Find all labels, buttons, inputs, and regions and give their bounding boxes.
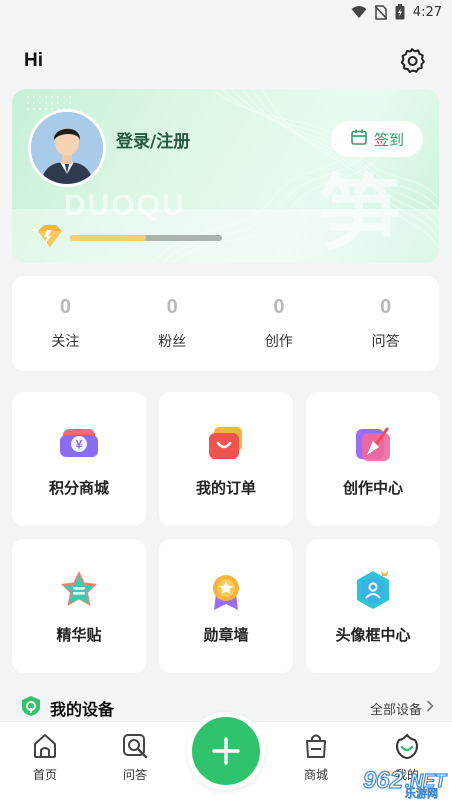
tile-label: 创作中心 (342, 478, 403, 497)
no-sim-icon (374, 4, 387, 20)
stat-label: 关注 (51, 334, 80, 350)
top-bar: Hi (0, 40, 452, 82)
avatar-frame-icon (357, 570, 389, 609)
tile-label: 头像框中心 (335, 625, 411, 644)
status-bar: 4:27 (0, 0, 452, 24)
nav-qa[interactable]: 问答 (100, 732, 170, 783)
mall-bag-icon (306, 734, 326, 758)
tile-label: 积分商城 (48, 478, 109, 497)
level-diamond-icon (31, 223, 64, 253)
stat-value: 0 (380, 296, 392, 318)
stat-value: 0 (273, 296, 285, 318)
card-watermark-logo: 笋 (318, 167, 401, 262)
calendar-icon (350, 128, 368, 150)
points-mall-icon: ¥ (60, 428, 98, 457)
checkin-button[interactable]: 签到 (331, 121, 423, 157)
plus-icon (212, 737, 240, 765)
stat-value: 0 (59, 296, 71, 318)
chevron-right-icon (426, 700, 434, 716)
stats-card: 0 关注 0 粉丝 0 创作 0 问答 (12, 276, 439, 371)
tile-avatar-frame-center[interactable]: 头像框中心 (306, 539, 440, 673)
tile-label: 我的订单 (195, 478, 256, 497)
nav-mall[interactable]: 商城 (281, 732, 351, 783)
pen-icon (356, 427, 390, 461)
profile-card: DUOQU 笋 登录/注册 签到 (12, 89, 439, 263)
nav-qa-label: 问答 (122, 768, 147, 782)
my-devices-label: 我的设备 (50, 700, 115, 719)
clock-time: 4:27 (412, 4, 442, 20)
login-register-link[interactable]: 登录/注册 (116, 127, 190, 152)
tile-my-orders[interactable]: 我的订单 (159, 392, 293, 526)
stat-label: 创作 (264, 334, 293, 350)
profile-leaf-icon (396, 733, 418, 760)
avatar[interactable] (28, 109, 106, 187)
nav-home[interactable]: 首页 (10, 732, 80, 783)
my-devices-title: 我的设备 (20, 695, 114, 721)
checkin-label: 签到 (373, 130, 404, 149)
tile-featured-posts[interactable]: 精华贴 (12, 539, 146, 673)
shopping-bag-icon (209, 426, 242, 459)
default-avatar-icon (31, 112, 103, 184)
qa-search-icon (123, 734, 148, 759)
wifi-icon (351, 5, 367, 19)
svg-text:¥: ¥ (76, 437, 83, 451)
site-watermark-number: 962 (362, 766, 403, 794)
tile-medal-wall[interactable]: 勋章墙 (159, 539, 293, 673)
site-watermark-text: 乐游网 (405, 787, 439, 801)
stat-followers[interactable]: 0 粉丝 (119, 276, 226, 371)
star-post-icon (61, 570, 97, 606)
stat-label: 粉丝 (158, 334, 187, 350)
level-progress-fill (70, 235, 146, 241)
all-devices-label: 全部设备 (369, 702, 422, 718)
home-icon (34, 734, 56, 758)
stat-qa[interactable]: 0 问答 (332, 276, 439, 371)
stat-label: 问答 (371, 334, 400, 350)
level-progress-bar (70, 235, 222, 241)
stat-creations[interactable]: 0 创作 (226, 276, 333, 371)
all-devices-link[interactable]: 全部设备 (370, 699, 434, 718)
gear-icon[interactable] (396, 45, 428, 77)
create-fab-button[interactable] (187, 712, 265, 790)
tile-creation-center[interactable]: 创作中心 (306, 392, 440, 526)
stat-value: 0 (166, 296, 178, 318)
greeting-text: Hi (24, 50, 43, 71)
medal-icon (213, 574, 239, 610)
nav-mall-label: 商城 (303, 768, 328, 782)
stat-following[interactable]: 0 关注 (12, 276, 119, 371)
tile-label: 勋章墙 (203, 625, 249, 644)
device-shield-icon (20, 695, 42, 721)
battery-charging-icon (395, 4, 405, 20)
card-watermark-text: DUOQU (64, 189, 186, 222)
tile-label: 精华贴 (56, 625, 102, 644)
tile-points-mall[interactable]: ¥ 积分商城 (12, 392, 146, 526)
nav-home-label: 首页 (32, 768, 57, 782)
